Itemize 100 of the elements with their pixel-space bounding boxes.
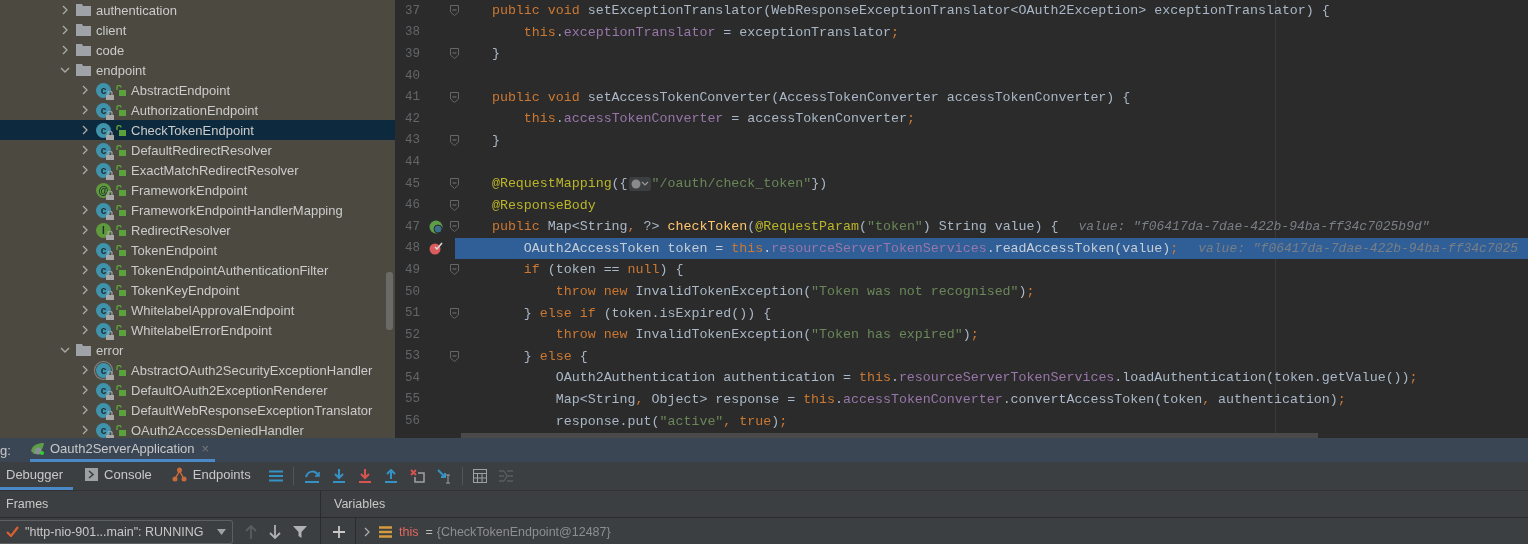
step-over-icon[interactable]: [303, 469, 320, 483]
chevron-right-icon[interactable]: [362, 526, 372, 537]
chevron-right-icon[interactable]: [80, 325, 90, 335]
fold-marker-icon[interactable]: [450, 178, 459, 190]
line-number: 44: [404, 154, 420, 169]
down-arrow-icon[interactable]: [269, 524, 281, 539]
step-into-icon[interactable]: [331, 469, 346, 483]
fold-marker-icon[interactable]: [450, 307, 459, 319]
fold-marker-icon[interactable]: [450, 350, 459, 362]
tree-item[interactable]: endpoint: [0, 60, 395, 80]
lock-icon: [106, 90, 114, 100]
variable-row[interactable]: this = {CheckTokenEndpoint@12487}: [355, 518, 611, 544]
chevron-right-icon[interactable]: [80, 305, 90, 315]
fold-marker-icon[interactable]: [450, 221, 459, 233]
code-text: accessTokenConverter: [563, 111, 724, 127]
fold-marker-icon[interactable]: [450, 91, 459, 103]
code-text: "/oauth/check_token": [651, 176, 812, 192]
panel-tab[interactable]: Console: [77, 462, 160, 490]
chevron-right-icon[interactable]: [80, 145, 90, 155]
tree-item[interactable]: c CheckTokenEndpoint: [0, 120, 395, 140]
step-out-icon[interactable]: [383, 469, 398, 483]
fold-marker-icon[interactable]: [450, 199, 459, 211]
tree-item[interactable]: c AuthorizationEndpoint: [0, 100, 395, 120]
filter-icon[interactable]: [293, 524, 307, 539]
code-text: (: [747, 219, 756, 235]
lock-icon: [106, 110, 114, 120]
fold-marker-icon[interactable]: [450, 48, 459, 60]
run-to-cursor-icon[interactable]: [436, 468, 452, 484]
chevron-right-icon[interactable]: [60, 25, 70, 35]
chevron-right-icon[interactable]: [60, 5, 70, 15]
code-text: this: [522, 24, 556, 40]
tree-item[interactable]: c WhitelabelApprovalEndpoint: [0, 300, 395, 320]
tree-item[interactable]: c DefaultOAuth2ExceptionRenderer: [0, 380, 395, 400]
code-text: .: [763, 240, 772, 256]
code-text: ;: [1337, 392, 1346, 407]
line-number: 47: [404, 219, 420, 234]
chevron-right-icon[interactable]: [80, 425, 90, 435]
leaf-gear-icon: [30, 441, 46, 456]
line-number: 43: [404, 133, 420, 148]
calculator-icon[interactable]: [472, 469, 487, 483]
tree-item[interactable]: c WhitelabelErrorEndpoint: [0, 320, 395, 340]
code-text: @RequestMapping: [490, 176, 612, 192]
tree-item[interactable]: client: [0, 20, 395, 40]
code-text: OAuth2Authentication authentication =: [554, 370, 852, 386]
code-text: .convertAccessToken(token: [1002, 392, 1203, 407]
chevron-right-icon[interactable]: [80, 245, 90, 255]
breakpoint-icon[interactable]: [429, 241, 443, 256]
chevron-right-icon[interactable]: [60, 45, 70, 55]
chevron-right-icon[interactable]: [80, 105, 90, 115]
fold-marker-icon[interactable]: [450, 134, 459, 146]
panel-tab[interactable]: Debugger: [0, 462, 74, 490]
tree-item[interactable]: c AbstractOAuth2SecurityExceptionHandler: [0, 360, 395, 380]
chevron-down-icon[interactable]: [60, 345, 70, 355]
tree-item[interactable]: c FrameworkEndpointHandlerMapping: [0, 200, 395, 220]
chevron-right-icon[interactable]: [80, 285, 90, 295]
tree-item[interactable]: error: [0, 340, 395, 360]
lock-icon: [106, 250, 114, 260]
chevron-right-icon[interactable]: [80, 225, 90, 235]
globe-dropdown-icon[interactable]: [628, 176, 651, 191]
tree-item[interactable]: c DefaultRedirectResolver: [0, 140, 395, 160]
chevron-right-icon[interactable]: [80, 125, 90, 135]
scrollbar[interactable]: [386, 272, 393, 330]
scrollbar[interactable]: [461, 433, 1318, 438]
force-step-into-icon[interactable]: [357, 469, 372, 483]
panel-tab[interactable]: Endpoints: [163, 462, 259, 490]
unlocked-padlock-icon: [116, 124, 126, 136]
tree-item[interactable]: code: [0, 40, 395, 60]
chevron-down-icon[interactable]: [60, 65, 70, 75]
chevron-right-icon[interactable]: [80, 405, 90, 415]
chevron-right-icon[interactable]: [80, 165, 90, 175]
tree-item[interactable]: c ExactMatchRedirectResolver: [0, 160, 395, 180]
class-icon: @: [96, 182, 111, 198]
tree-item[interactable]: I RedirectResolver: [0, 220, 395, 240]
code-text: response.put(: [554, 413, 660, 429]
chevron-right-icon[interactable]: [80, 265, 90, 275]
tree-item[interactable]: authentication: [0, 0, 395, 20]
chevron-right-icon[interactable]: [80, 365, 90, 375]
fold-marker-icon[interactable]: [450, 5, 459, 17]
code-text: .: [555, 24, 564, 40]
menu-icon[interactable]: [268, 470, 283, 482]
add-icon[interactable]: [333, 525, 345, 538]
line-number: 53: [404, 349, 420, 364]
thread-dropdown[interactable]: "http-nio-901...main": RUNNING: [0, 519, 233, 544]
line-number: 49: [404, 262, 420, 277]
tree-item[interactable]: c DefaultWebResponseExceptionTranslator: [0, 400, 395, 420]
code-text: InvalidTokenException(: [634, 327, 812, 343]
tree-item[interactable]: c AbstractEndpoint: [0, 80, 395, 100]
tree-item[interactable]: @ FrameworkEndpoint: [0, 180, 395, 200]
unlocked-padlock-icon: [116, 184, 126, 196]
tree-item[interactable]: c TokenKeyEndpoint: [0, 280, 395, 300]
unlocked-padlock-icon: [116, 144, 126, 156]
drop-frame-icon[interactable]: [409, 469, 425, 483]
tree-item[interactable]: c TokenEndpoint: [0, 240, 395, 260]
globe-leaf-icon[interactable]: [429, 219, 443, 234]
chevron-right-icon[interactable]: [80, 385, 90, 395]
chevron-right-icon[interactable]: [80, 85, 90, 95]
fold-marker-icon[interactable]: [450, 264, 459, 276]
tree-item[interactable]: c TokenEndpointAuthenticationFilter: [0, 260, 395, 280]
class-icon: c: [96, 262, 111, 278]
chevron-right-icon[interactable]: [80, 205, 90, 215]
